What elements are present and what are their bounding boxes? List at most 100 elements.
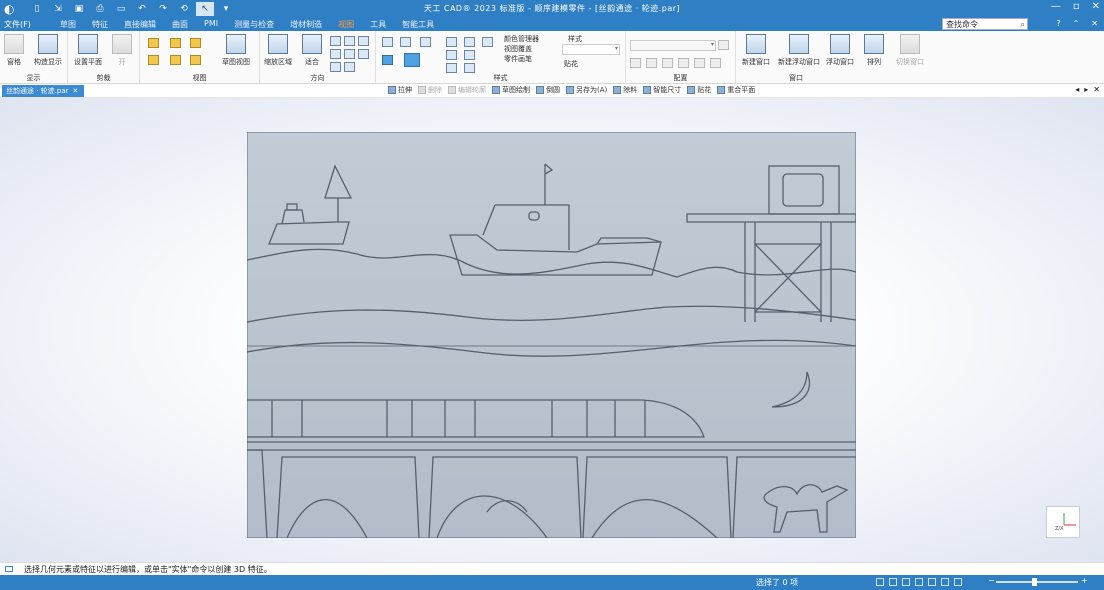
spin-icon[interactable]	[330, 49, 341, 59]
tab-sketch[interactable]: 草图	[52, 18, 84, 31]
view-iso-icon[interactable]	[170, 38, 181, 48]
hidden-edge-icon[interactable]	[400, 37, 411, 47]
cmd-save-as[interactable]: 另存为(A)	[566, 85, 607, 95]
cmd-extrude[interactable]: 拉伸	[388, 85, 412, 95]
orbit-icon[interactable]	[344, 62, 355, 72]
prev-doc-icon[interactable]: ◂	[1075, 85, 1079, 94]
rotate-view-icon[interactable]	[358, 36, 369, 46]
shadow-icon[interactable]	[446, 37, 457, 47]
pan-status-icon[interactable]	[902, 578, 910, 586]
wireframe-icon[interactable]	[382, 37, 393, 47]
tab-smart-tools[interactable]: 智能工具	[394, 18, 442, 31]
tab-surface[interactable]: 曲面	[164, 18, 196, 31]
tab-direct-edit[interactable]: 直接编辑	[116, 18, 164, 31]
zoom-out-button[interactable]: −	[988, 576, 995, 585]
reflection-icon[interactable]	[446, 63, 457, 73]
texture-icon[interactable]	[464, 63, 475, 73]
tab-tools[interactable]: 工具	[362, 18, 394, 31]
close-icon[interactable]: ✕	[73, 87, 79, 95]
view-back-icon[interactable]	[190, 55, 201, 65]
visible-edge-icon[interactable]	[420, 37, 431, 47]
cmd-coincident-plane[interactable]: 重合平面	[717, 85, 755, 95]
cmd-decal[interactable]: 贴花	[687, 85, 711, 95]
view-cover-button[interactable]: 视图覆盖	[504, 44, 532, 54]
shaded-icon[interactable]	[382, 55, 393, 65]
view-top-icon[interactable]	[148, 55, 159, 65]
next-doc-icon[interactable]: ▸	[1084, 85, 1088, 94]
view-cube-icon[interactable]	[330, 62, 341, 72]
zoom-area-button[interactable]: 缩放区域	[264, 34, 292, 67]
cmd-smart-dimension[interactable]: 智能尺寸	[643, 85, 681, 95]
tab-features[interactable]: 特征	[84, 18, 116, 31]
material-icon[interactable]	[482, 37, 493, 47]
config-d-icon[interactable]	[678, 58, 689, 68]
zoom-slider[interactable]	[996, 578, 1078, 586]
tab-pmi[interactable]: PMI	[196, 18, 226, 31]
tab-additive[interactable]: 增材制造	[282, 18, 330, 31]
zoom-icon[interactable]	[330, 36, 341, 46]
style-select[interactable]: ▾	[562, 44, 620, 55]
zoom-slider-handle[interactable]	[1032, 578, 1037, 586]
command-search-input[interactable]: 查找命令 ⌕	[942, 18, 1028, 30]
new-float-window-button[interactable]: 新建浮动窗口	[778, 34, 820, 67]
cmd-sketch[interactable]: 草图绘制	[492, 85, 530, 95]
fit-button[interactable]: 适合	[302, 34, 322, 67]
view-front-icon[interactable]	[148, 38, 159, 48]
close-button[interactable]: ✕	[1092, 1, 1100, 12]
decal-button[interactable]: 贴花	[564, 59, 578, 69]
shaded-edges-icon[interactable]	[404, 53, 420, 67]
help-icon[interactable]: ?	[1056, 19, 1060, 28]
rotate-status-icon[interactable]	[915, 578, 923, 586]
document-tab[interactable]: 丝韵通途 · 轮迹.par ✕	[2, 85, 85, 97]
config-save-icon[interactable]	[718, 40, 729, 50]
arrange-button[interactable]: 排列	[864, 34, 884, 67]
previous-view-icon[interactable]	[358, 49, 369, 59]
light-status-icon[interactable]	[954, 578, 962, 586]
tab-measure[interactable]: 测量与检查	[226, 18, 282, 31]
zoom-status-icon[interactable]	[889, 578, 897, 586]
switch-window-button[interactable]: 切换窗口	[896, 34, 924, 67]
construct-display-button[interactable]: 构造显示	[34, 34, 62, 67]
cmd-round[interactable]: 倒圆	[536, 85, 560, 95]
new-window-button[interactable]: 新建窗口	[742, 34, 770, 67]
view-triad[interactable]: Z/X	[1046, 506, 1080, 538]
close-all-icon[interactable]: ✕	[1093, 85, 1100, 94]
config-select[interactable]: ▾	[630, 40, 716, 51]
cmd-edit-profile[interactable]: 编辑轮廓	[448, 85, 486, 95]
brush-icon[interactable]	[464, 37, 475, 47]
background-icon[interactable]	[464, 50, 475, 60]
view-right-icon[interactable]	[190, 38, 201, 48]
sketch-view-button[interactable]: 草图视图	[222, 34, 250, 67]
style-button[interactable]: 样式	[568, 34, 582, 44]
search-icon[interactable]: ⌕	[1021, 19, 1025, 31]
shade-status-icon[interactable]	[941, 578, 949, 586]
zoom-in-button[interactable]: +	[1081, 576, 1088, 585]
file-menu[interactable]: 文件(F)	[4, 19, 31, 30]
config-e-icon[interactable]	[694, 58, 705, 68]
view-bottom-icon[interactable]	[170, 55, 181, 65]
color-manager-button[interactable]: 颜色管理器	[504, 34, 539, 44]
config-c-icon[interactable]	[662, 58, 673, 68]
part-model-relief[interactable]	[247, 132, 856, 538]
fit-status-icon[interactable]	[876, 578, 884, 586]
set-plane-button[interactable]: 设置平面	[74, 34, 102, 67]
tab-view[interactable]: 视图	[330, 18, 362, 31]
part-brush-button[interactable]: 零件画笔	[504, 54, 532, 64]
config-f-icon[interactable]	[710, 58, 721, 68]
config-a-icon[interactable]	[630, 58, 641, 68]
graphics-viewport[interactable]: Z/X	[0, 98, 1104, 562]
pane-button[interactable]: 窗格	[4, 34, 24, 67]
cmd-delete[interactable]: 删除	[418, 85, 442, 95]
look-at-icon[interactable]	[344, 49, 355, 59]
close-doc-icon[interactable]: ✕	[1091, 19, 1098, 28]
config-b-icon[interactable]	[646, 58, 657, 68]
lights-icon[interactable]	[446, 50, 457, 60]
collapse-ribbon-icon[interactable]: ⌃	[1073, 19, 1080, 28]
minimize-button[interactable]: —	[1051, 1, 1061, 12]
float-window-button[interactable]: 浮动窗口	[826, 34, 854, 67]
view-status-icon[interactable]	[928, 578, 936, 586]
pan-icon[interactable]	[344, 36, 355, 46]
cmd-cutout[interactable]: 除料	[613, 85, 637, 95]
maximize-button[interactable]: ▫	[1073, 1, 1080, 12]
clip-on-button[interactable]: 开	[112, 34, 132, 67]
